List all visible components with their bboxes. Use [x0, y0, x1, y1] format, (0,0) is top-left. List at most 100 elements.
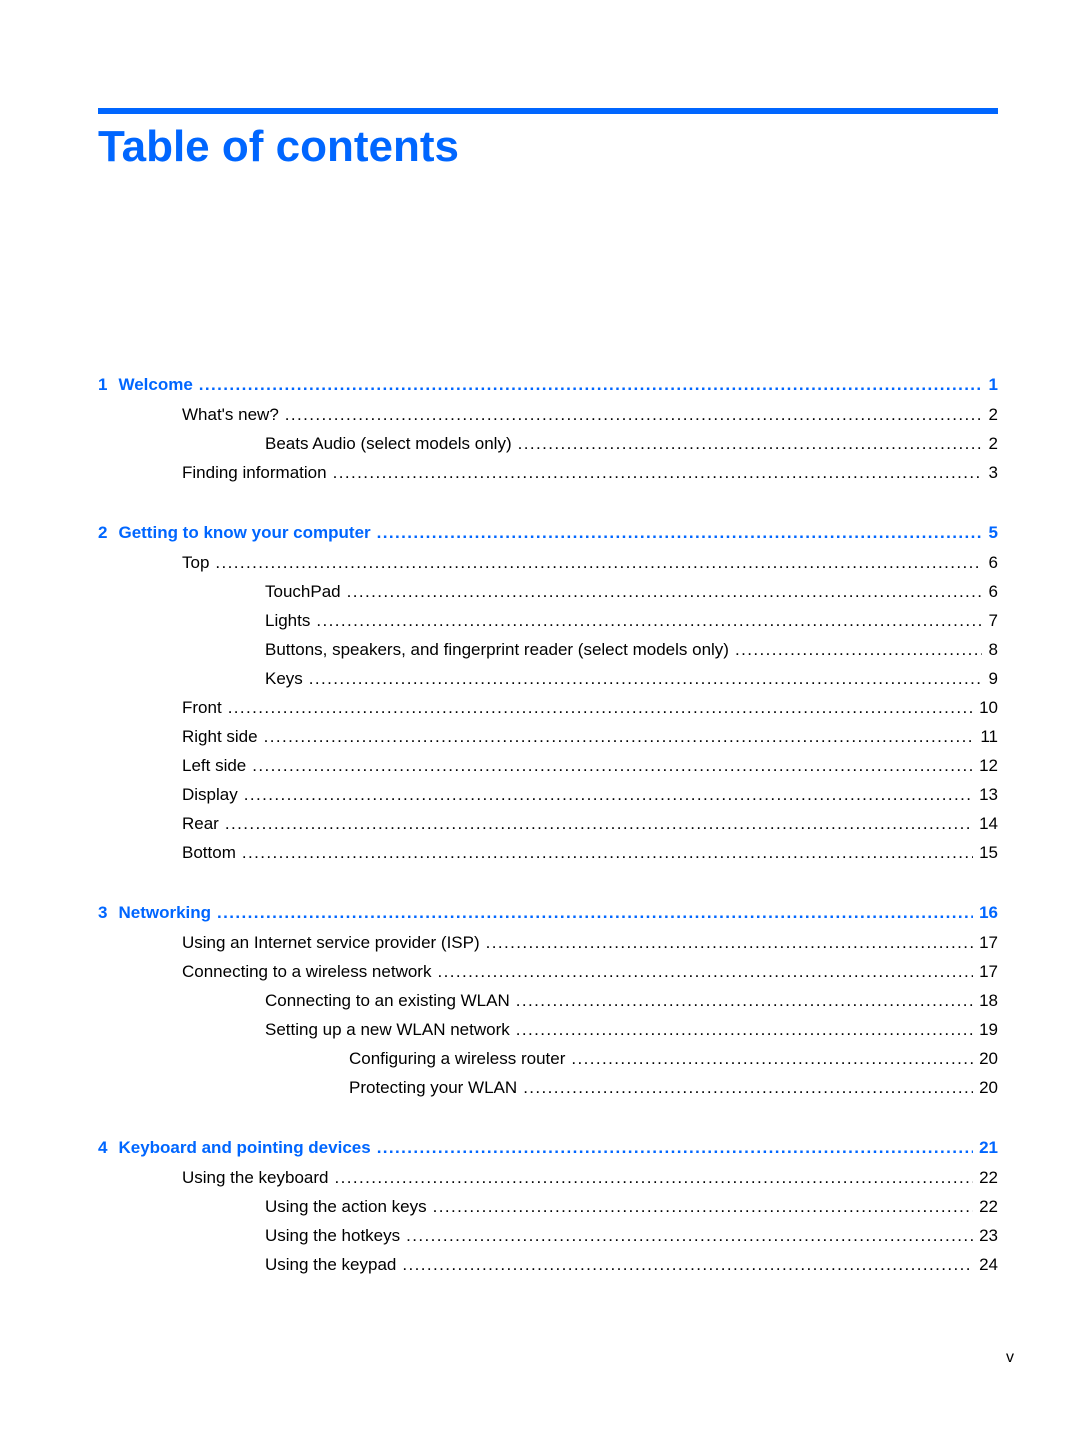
entry-title: Connecting to an existing WLAN	[265, 991, 510, 1010]
page-title: Table of contents	[98, 122, 459, 171]
toc-entry-link[interactable]: What's new? 2	[98, 400, 998, 429]
entry-page-number: 20	[979, 1078, 998, 1097]
entry-title: Using the hotkeys	[265, 1226, 401, 1245]
toc-entry-link[interactable]: Protecting your WLAN 20	[98, 1073, 998, 1102]
toc-entry-link[interactable]: Buttons, speakers, and fingerprint reade…	[98, 635, 998, 664]
entry-page-number: 7	[988, 611, 998, 630]
entry-title: TouchPad	[265, 582, 341, 601]
dot-leader	[377, 1132, 973, 1163]
page-number: v	[1006, 1349, 1014, 1366]
toc-entry-link[interactable]: Front 10	[98, 693, 998, 722]
toc-chapter-link[interactable]: 4 Keyboard and pointing devices 21	[98, 1132, 998, 1163]
dot-leader	[433, 1192, 973, 1221]
chapter-spacer	[98, 867, 998, 897]
dot-leader	[264, 722, 975, 751]
chapter-spacer	[98, 1102, 998, 1132]
entry-page-number: 6	[988, 582, 998, 601]
entry-title: Top	[182, 553, 210, 572]
toc-entry-link[interactable]: Keys 9	[98, 664, 998, 693]
entry-title: Left side	[182, 756, 247, 775]
toc-entry-link[interactable]: Connecting to a wireless network 17	[98, 957, 998, 986]
entry-page-number: 17	[979, 962, 998, 981]
dot-leader	[309, 664, 982, 693]
entry-title: Finding information	[182, 463, 327, 482]
chapter-title: Welcome	[118, 375, 193, 394]
chapter-spacer	[98, 487, 998, 517]
entry-title: Using the action keys	[265, 1197, 427, 1216]
toc-entry-link[interactable]: Left side 12	[98, 751, 998, 780]
dot-leader	[347, 577, 982, 606]
toc-entry-link[interactable]: Display 13	[98, 780, 998, 809]
entry-title: Using the keypad	[265, 1255, 397, 1274]
entry-title: Protecting your WLAN	[349, 1078, 518, 1097]
entry-title: Rear	[182, 814, 219, 833]
entry-title: Lights	[265, 611, 311, 630]
dot-leader	[225, 809, 973, 838]
entry-title: Using an Internet service provider (ISP)	[182, 933, 480, 952]
dot-leader	[242, 838, 973, 867]
entry-page-number: 24	[979, 1255, 998, 1274]
dot-leader	[571, 1044, 973, 1073]
entry-title: Keys	[265, 669, 303, 688]
dot-leader	[228, 693, 973, 722]
toc-entry-link[interactable]: Bottom 15	[98, 838, 998, 867]
toc-chapter-link[interactable]: 1 Welcome 1	[98, 369, 998, 400]
entry-title: Bottom	[182, 843, 236, 862]
dot-leader	[735, 635, 982, 664]
toc-entry-link[interactable]: Top 6	[98, 548, 998, 577]
toc-entry-link[interactable]: TouchPad 6	[98, 577, 998, 606]
entry-title: Setting up a new WLAN network	[265, 1020, 510, 1039]
table-of-contents: 1Welcome1What's new?2Beats Audio (select…	[98, 369, 998, 1279]
entry-page-number: 14	[979, 814, 998, 833]
chapter-page-number: 21	[979, 1138, 998, 1157]
entry-page-number: 23	[979, 1226, 998, 1245]
entry-title: What's new?	[182, 405, 279, 424]
toc-entry-link[interactable]: Setting up a new WLAN network 19	[98, 1015, 998, 1044]
chapter-number: 4	[98, 1138, 108, 1157]
entry-page-number: 2	[988, 434, 998, 453]
toc-entry-link[interactable]: Connecting to an existing WLAN 18	[98, 986, 998, 1015]
entry-title: Display	[182, 785, 238, 804]
entry-title: Front	[182, 698, 222, 717]
toc-entry-link[interactable]: Using an Internet service provider (ISP)…	[98, 928, 998, 957]
entry-page-number: 22	[979, 1197, 998, 1216]
dot-leader	[516, 986, 973, 1015]
dot-leader	[316, 606, 982, 635]
toc-entry-link[interactable]: Lights 7	[98, 606, 998, 635]
toc-chapter-link[interactable]: 3 Networking 16	[98, 897, 998, 928]
toc-entry-link[interactable]: Using the keyboard 22	[98, 1163, 998, 1192]
entry-page-number: 22	[979, 1168, 998, 1187]
chapter-title: Getting to know your computer	[118, 523, 371, 542]
entry-title: Using the keyboard	[182, 1168, 329, 1187]
entry-page-number: 12	[979, 756, 998, 775]
toc-entry-link[interactable]: Rear 14	[98, 809, 998, 838]
entry-title: Buttons, speakers, and fingerprint reade…	[265, 640, 729, 659]
dot-leader	[333, 458, 982, 487]
dot-leader	[377, 517, 982, 548]
chapter-page-number: 1	[988, 375, 998, 394]
entry-title: Connecting to a wireless network	[182, 962, 432, 981]
entry-title: Right side	[182, 727, 258, 746]
dot-leader	[486, 928, 973, 957]
dot-leader	[217, 897, 973, 928]
entry-page-number: 9	[988, 669, 998, 688]
entry-page-number: 20	[979, 1049, 998, 1068]
chapter-number: 2	[98, 523, 108, 542]
toc-entry-link[interactable]: Configuring a wireless router 20	[98, 1044, 998, 1073]
entry-page-number: 6	[988, 553, 998, 572]
toc-entry-link[interactable]: Beats Audio (select models only) 2	[98, 429, 998, 458]
toc-chapter-link[interactable]: 2 Getting to know your computer 5	[98, 517, 998, 548]
toc-entry-link[interactable]: Right side 11	[98, 722, 998, 751]
entry-page-number: 15	[979, 843, 998, 862]
toc-entry-link[interactable]: Finding information 3	[98, 458, 998, 487]
toc-entry-link[interactable]: Using the action keys 22	[98, 1192, 998, 1221]
toc-entry-link[interactable]: Using the keypad 24	[98, 1250, 998, 1279]
dot-leader	[215, 548, 982, 577]
dot-leader	[437, 957, 973, 986]
toc-entry-link[interactable]: Using the hotkeys 23	[98, 1221, 998, 1250]
dot-leader	[244, 780, 973, 809]
entry-page-number: 18	[979, 991, 998, 1010]
entry-page-number: 17	[979, 933, 998, 952]
entry-page-number: 8	[988, 640, 998, 659]
entry-page-number: 2	[988, 405, 998, 424]
